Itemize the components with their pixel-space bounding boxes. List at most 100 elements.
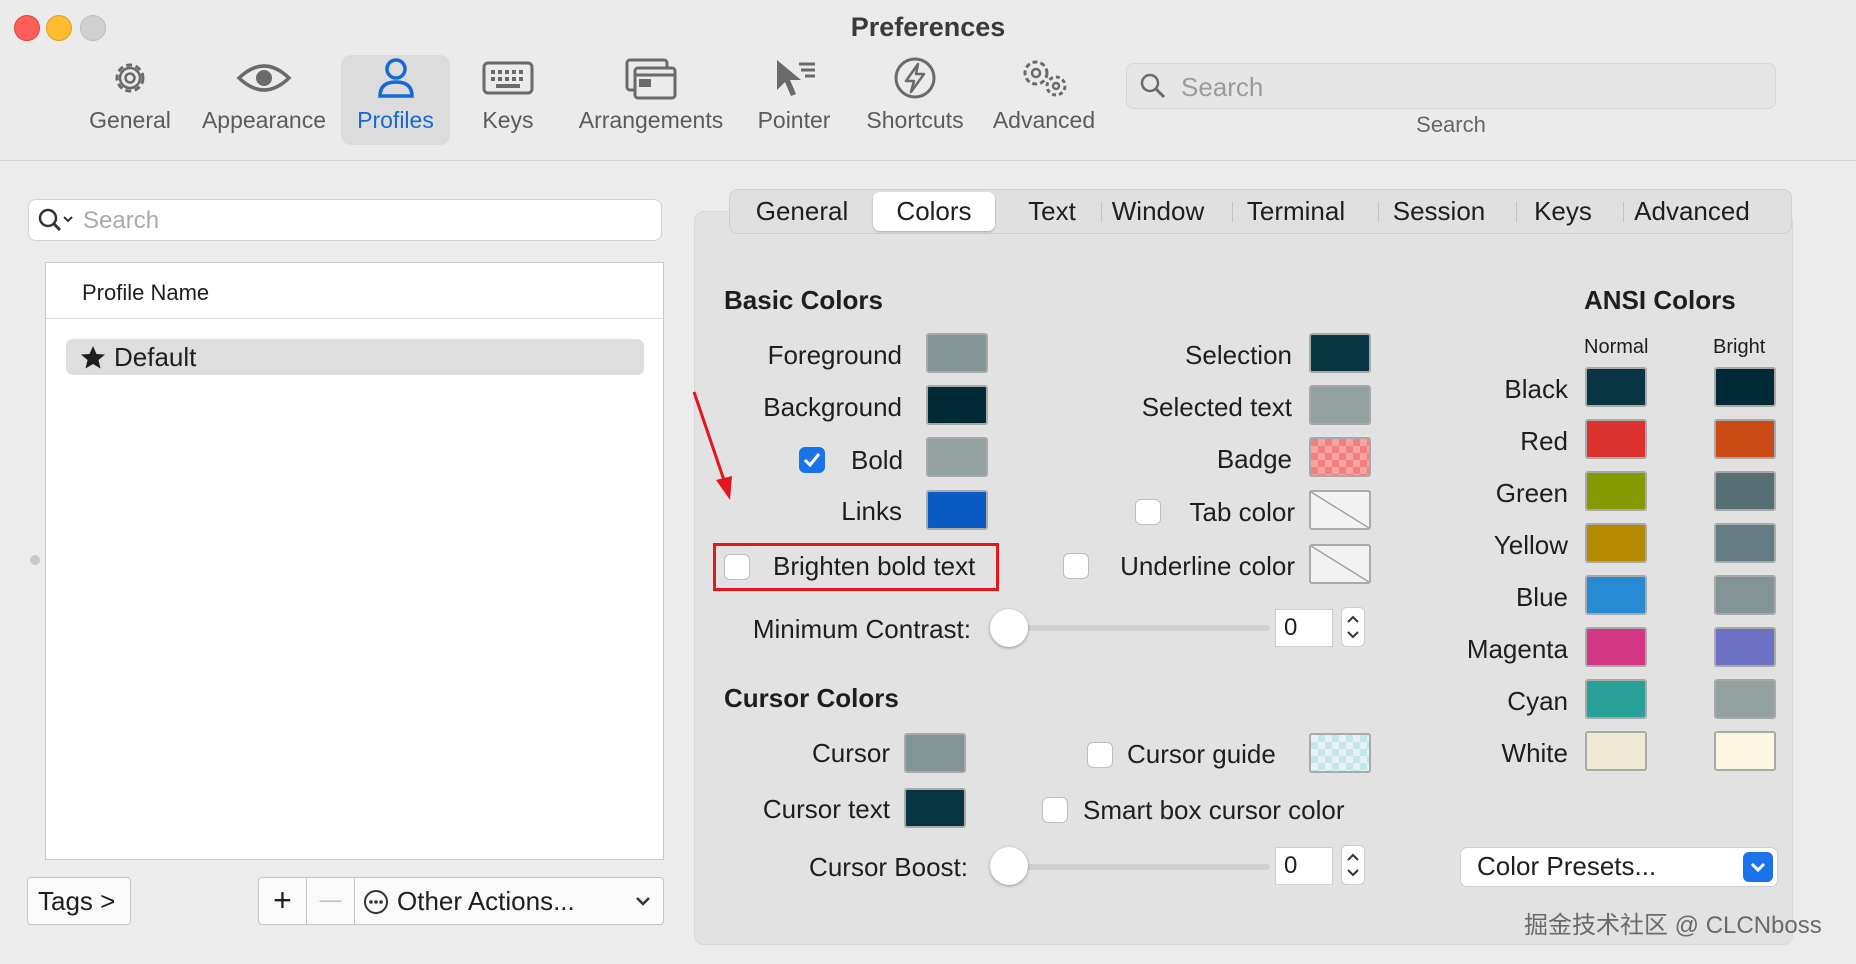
tab-color-checkbox[interactable] [1135,499,1161,525]
cursor-boost-label: Cursor Boost: [809,852,968,882]
ansi-label-red: Red [1520,426,1568,456]
toolbar-label: Shortcuts [866,107,964,133]
badge-color-well[interactable] [1309,437,1371,477]
toolbar-keys[interactable]: Keys [470,55,546,145]
toolbar-arrangements[interactable]: Arrangements [575,55,727,145]
chevron-down-icon [1750,862,1766,873]
ansi-red-normal-well[interactable] [1585,419,1647,459]
remove-profile-button[interactable]: — [307,878,355,924]
tab-window[interactable]: Window [1106,190,1210,233]
bold-checkbox[interactable] [799,447,825,473]
ansi-label-white: White [1501,738,1568,768]
min-contrast-stepper[interactable] [1341,607,1365,647]
ansi-label-yellow: Yellow [1493,530,1568,560]
search-placeholder: Search [1181,72,1264,102]
tab-general[interactable]: General [748,190,856,233]
ansi-colors-heading: ANSI Colors [1584,285,1736,315]
tab-advanced[interactable]: Advanced [1630,190,1754,233]
toolbar-label: Appearance [201,107,327,133]
ansi-white-bright-well[interactable] [1714,731,1776,771]
add-profile-button[interactable]: + [259,878,307,924]
underline-color-well[interactable] [1309,544,1371,584]
bold-color-well[interactable] [926,437,988,477]
tab-colors[interactable]: Colors [873,192,995,231]
brighten-bold-checkbox[interactable] [724,554,750,580]
profile-list-header[interactable]: Profile Name [46,263,663,319]
toolbar-label: Keys [482,107,534,133]
smart-box-cursor-checkbox[interactable] [1042,797,1068,823]
cursor-guide-checkbox[interactable] [1087,742,1113,768]
other-actions-label: Other Actions... [397,886,575,916]
profile-search-field[interactable]: Search [28,199,662,241]
profile-row-default[interactable]: Default [66,339,644,375]
tab-keys[interactable]: Keys [1523,190,1603,233]
cursor-guide-color-well[interactable] [1309,733,1371,773]
toolbar-advanced[interactable]: Advanced [988,55,1100,145]
toolbar-label: General [89,107,171,133]
background-color-well[interactable] [926,385,988,425]
cursor-color-well[interactable] [904,733,966,773]
toolbar-pointer[interactable]: Pointer [752,55,836,145]
toolbar-label: Arrangements [578,107,724,133]
ansi-yellow-normal-well[interactable] [1585,523,1647,563]
ansi-label-black: Black [1504,374,1568,404]
tab-color-well[interactable] [1309,490,1371,530]
color-presets-dropdown[interactable] [1743,852,1773,882]
toolbar-general[interactable]: General [82,55,178,145]
ansi-black-normal-well[interactable] [1585,367,1647,407]
cursor-boost-value-field[interactable]: 0 [1275,847,1333,885]
toolbar-profiles[interactable]: Profiles [341,55,450,145]
annotation-arrow [692,391,732,500]
min-contrast-label: Minimum Contrast: [752,614,971,644]
ansi-green-bright-well[interactable] [1714,471,1776,511]
toolbar-shortcuts[interactable]: Shortcuts [860,55,970,145]
tab-session[interactable]: Session [1385,190,1493,233]
toolbar: Preferences General Appearance Profiles … [0,0,1856,161]
ansi-white-normal-well[interactable] [1585,731,1647,771]
selected-text-color-well[interactable] [1309,385,1371,425]
windows-icon [625,58,677,100]
ansi-yellow-bright-well[interactable] [1714,523,1776,563]
split-handle[interactable] [30,555,40,565]
person-icon [377,58,414,98]
tab-separator [1623,202,1624,222]
ansi-red-bright-well[interactable] [1714,419,1776,459]
search-label: Search [1416,112,1486,137]
foreground-color-well[interactable] [926,333,988,373]
ansi-cyan-bright-well[interactable] [1714,679,1776,719]
toolbar-label: Advanced [992,107,1096,133]
min-contrast-slider[interactable] [1000,625,1270,631]
ansi-cyan-normal-well[interactable] [1585,679,1647,719]
ansi-green-normal-well[interactable] [1585,471,1647,511]
ansi-blue-normal-well[interactable] [1585,575,1647,615]
cursor-text-color-well[interactable] [904,788,966,828]
preferences-window: Preferences General Appearance Profiles … [0,0,1856,964]
tags-button[interactable]: Tags > [27,877,131,925]
badge-label: Badge [1216,444,1292,474]
links-color-well[interactable] [926,490,988,530]
tab-terminal[interactable]: Terminal [1237,190,1355,233]
ansi-bright-header: Bright [1713,336,1766,358]
underline-color-checkbox[interactable] [1063,553,1089,579]
min-contrast-value-field[interactable]: 0 [1275,609,1333,647]
ansi-magenta-bright-well[interactable] [1714,627,1776,667]
bolt-icon [894,57,936,99]
cursor-boost-stepper[interactable] [1341,845,1365,885]
profile-button-group: + — Other Actions... [258,877,664,925]
color-presets-popup[interactable]: Color Presets... [1460,847,1778,887]
ansi-magenta-normal-well[interactable] [1585,627,1647,667]
selection-color-well[interactable] [1309,333,1371,373]
ansi-blue-bright-well[interactable] [1714,575,1776,615]
ellipsis-circle-icon [364,890,388,914]
toolbar-appearance[interactable]: Appearance [197,55,331,145]
min-contrast-slider-knob[interactable] [990,609,1028,647]
cursor-boost-slider[interactable] [1000,864,1270,870]
tab-separator [1232,202,1233,222]
ansi-black-bright-well[interactable] [1714,367,1776,407]
other-actions-button[interactable]: Other Actions... [355,878,663,924]
toolbar-search-field[interactable]: Search [1126,63,1776,109]
cursor-colors-heading: Cursor Colors [724,683,899,713]
bold-label: Bold [851,445,904,475]
tab-text[interactable]: Text [1012,190,1092,233]
cursor-boost-slider-knob[interactable] [990,847,1028,885]
